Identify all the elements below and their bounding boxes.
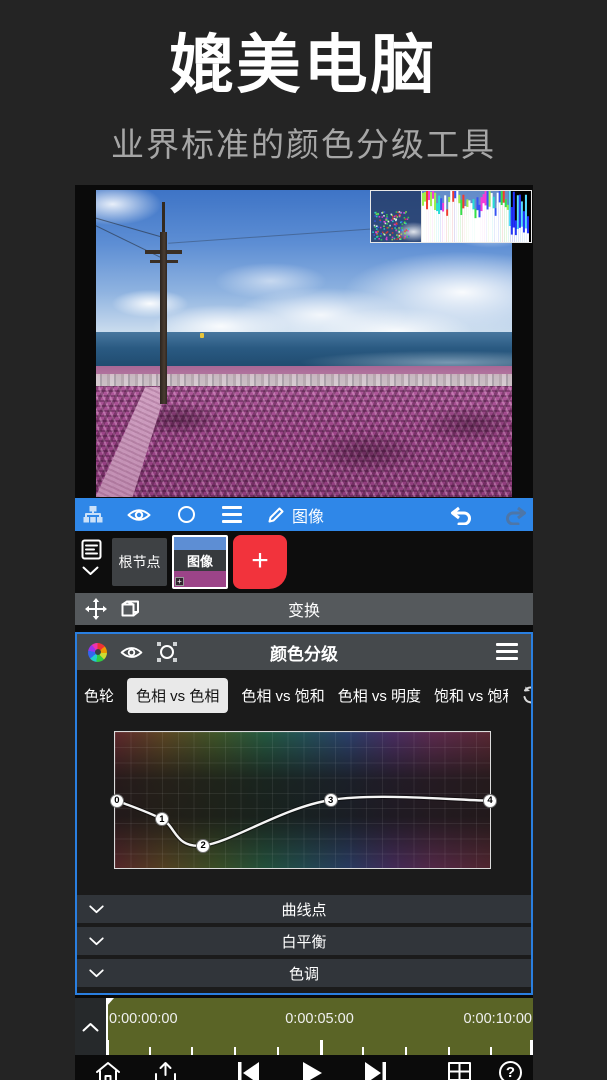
skip-forward-button[interactable]: [363, 1061, 389, 1080]
tab-hue-vs-lum[interactable]: 色相 vs 明度: [338, 685, 421, 706]
photo-boat: [200, 333, 204, 338]
hero-subtitle: 业界标准的颜色分级工具: [0, 118, 607, 166]
root-node-button[interactable]: 根节点: [112, 538, 167, 586]
track-lane: 根节点 图像 + +: [75, 531, 533, 593]
tab-hue-vs-hue[interactable]: 色相 vs 色相: [127, 678, 228, 713]
play-button[interactable]: [300, 1061, 324, 1080]
clip-thumb-label: 图像: [174, 550, 226, 571]
ruler-tick: [448, 1047, 450, 1055]
curve-point-4[interactable]: 4: [483, 794, 497, 808]
chevron-down-icon[interactable]: [88, 904, 105, 915]
clip-toolbar: 图像: [75, 498, 533, 531]
section-title: 色调: [77, 963, 531, 984]
ruler-tick: [405, 1047, 407, 1055]
photo-telephone-pole: [160, 232, 167, 404]
tab-color-wheels[interactable]: 色轮: [84, 685, 114, 706]
undo-icon[interactable]: [448, 498, 474, 531]
panel-menu-icon[interactable]: [496, 643, 518, 663]
eye-icon[interactable]: [120, 645, 143, 660]
image-clip-thumbnail[interactable]: 图像 +: [172, 535, 228, 589]
vectorscope-noise: [371, 191, 421, 242]
chevron-down-icon[interactable]: [88, 968, 105, 979]
timeline-collapse-button[interactable]: [75, 998, 106, 1055]
scopes-overlay[interactable]: [370, 190, 532, 243]
export-icon[interactable]: [153, 1061, 178, 1080]
timeline: 0:00:00:00 0:00:05:00 0:00:10:00: [75, 998, 533, 1055]
chevron-down-icon[interactable]: [81, 565, 100, 577]
app-screenshot: 图像 根节点 图像 + + 变换: [75, 185, 533, 1080]
node-tree-icon[interactable]: [82, 498, 104, 531]
hue-curve-editor[interactable]: 01234: [114, 731, 491, 869]
section-title: 白平衡: [77, 931, 531, 952]
timeline-ruler[interactable]: 0:00:00:00 0:00:05:00 0:00:10:00: [106, 998, 533, 1055]
root-node-label: 根节点: [119, 552, 161, 572]
ruler-tick: [191, 1047, 193, 1055]
chevron-up-icon: [81, 1021, 100, 1033]
chevron-down-icon[interactable]: [88, 936, 105, 947]
rgb-histogram: [422, 190, 532, 243]
help-icon[interactable]: ?: [499, 1061, 522, 1080]
home-icon[interactable]: [95, 1061, 121, 1080]
section-white-balance[interactable]: 白平衡: [77, 927, 531, 955]
move-icon: [85, 598, 107, 620]
histogram-svg: [422, 191, 531, 242]
curve-svg: [115, 732, 490, 868]
curve-point-3[interactable]: 3: [324, 793, 338, 807]
vectorscope: [370, 190, 422, 243]
color-grading-title: 颜色分级: [77, 640, 531, 665]
ruler-tick: [530, 1040, 533, 1055]
tab-hue-vs-sat[interactable]: 色相 vs 饱和: [241, 685, 324, 706]
transform-section-bar[interactable]: 变换: [75, 593, 533, 625]
add-clip-button[interactable]: +: [233, 535, 287, 589]
curve-point-2[interactable]: 2: [196, 839, 210, 853]
cube-icon: [121, 600, 140, 619]
timecode-mid: 0:00:05:00: [285, 1011, 354, 1027]
bottom-toolbar: ?: [75, 1055, 533, 1080]
curve-point-1[interactable]: 1: [155, 812, 169, 826]
skip-back-button[interactable]: [235, 1061, 261, 1080]
photo-pole-top: [162, 202, 165, 236]
timecode-start: 0:00:00:00: [109, 1011, 178, 1027]
ruler-tick: [320, 1040, 323, 1055]
color-wheel-icon: [77, 643, 107, 662]
transform-title: 变换: [75, 597, 533, 621]
photo-ocean: [96, 332, 512, 368]
ruler-tick: [277, 1047, 279, 1055]
color-grading-header[interactable]: 颜色分级: [77, 634, 531, 670]
grid-window-icon[interactable]: [447, 1061, 472, 1080]
timecode-end: 0:00:10:00: [463, 1011, 532, 1027]
curve-point-0[interactable]: 0: [110, 794, 124, 808]
hero-title: 媲美电脑: [0, 14, 607, 106]
playhead-flag: [106, 998, 114, 1007]
selected-clip-label: 图像: [292, 498, 324, 531]
ruler-tick: [362, 1047, 364, 1055]
color-grading-panel: 颜色分级 色轮 色相 vs 色相 色相 vs 饱和 色相 vs 明度 饱和 vs…: [75, 632, 533, 995]
ruler-tick: [490, 1047, 492, 1055]
section-title: 曲线点: [77, 899, 531, 920]
ruler-tick: [149, 1047, 151, 1055]
hero-banner: 媲美电脑 业界标准的颜色分级工具: [0, 0, 607, 185]
circle-mask-icon[interactable]: [175, 498, 197, 531]
curve-mode-tabs: 色轮 色相 vs 色相 色相 vs 饱和 色相 vs 明度 饱和 vs 饱和: [77, 673, 531, 717]
redo-icon[interactable]: [503, 498, 529, 531]
clip-badge-icon: +: [175, 577, 184, 586]
help-label: ?: [499, 1061, 522, 1080]
track-header[interactable]: [75, 531, 106, 593]
ruler-tick: [234, 1047, 236, 1055]
mask-selection-icon[interactable]: [156, 641, 178, 663]
section-tone[interactable]: 色调: [77, 959, 531, 987]
add-clip-label: +: [251, 544, 269, 578]
pencil-icon[interactable]: [265, 498, 287, 531]
section-curve-points[interactable]: 曲线点: [77, 895, 531, 923]
tab-sat-vs-sat[interactable]: 饱和 vs 饱和: [434, 685, 508, 706]
eye-icon[interactable]: [126, 498, 152, 531]
menu-icon[interactable]: [221, 498, 243, 531]
reset-curve-icon[interactable]: [521, 685, 531, 705]
